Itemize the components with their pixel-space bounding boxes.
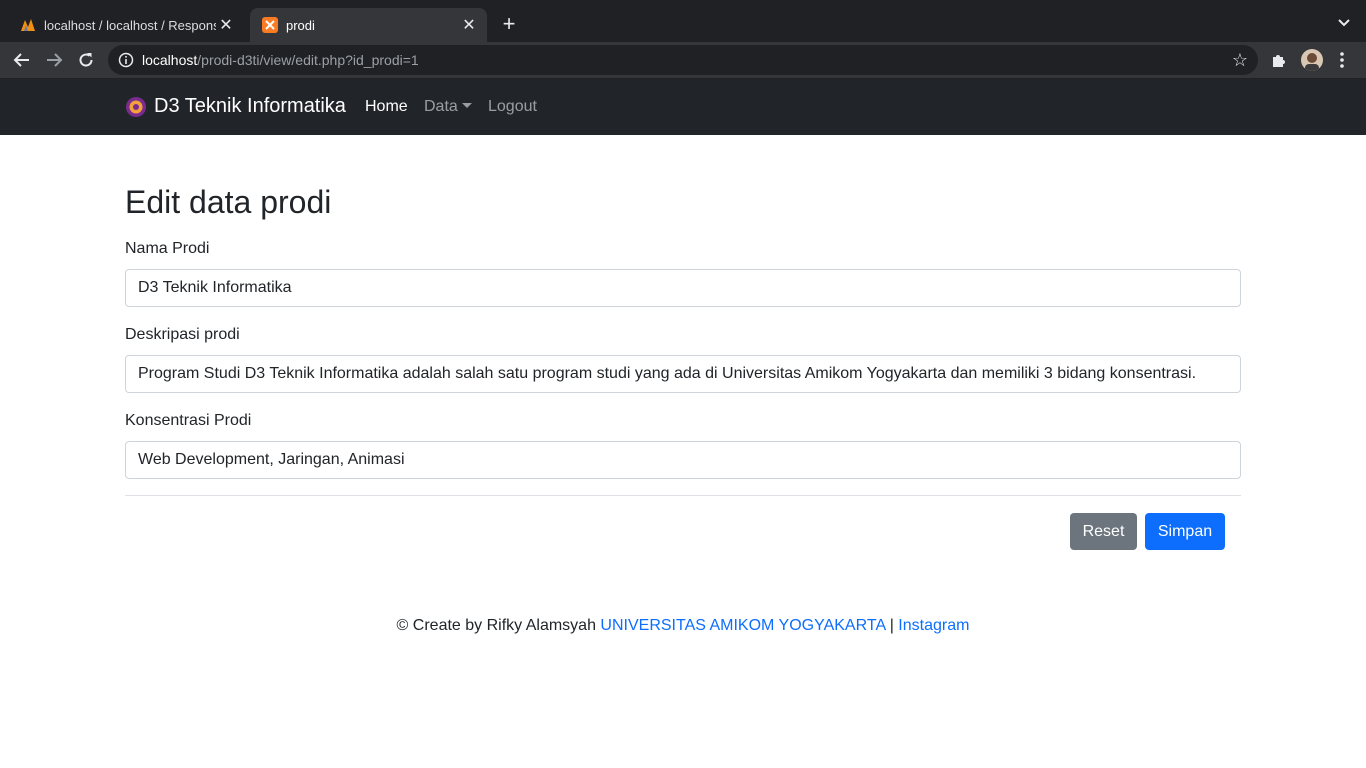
url-text: localhost/prodi-d3ti/view/edit.php?id_pr… [142, 52, 419, 68]
form-divider [125, 495, 1241, 496]
reset-button[interactable]: Reset [1070, 513, 1137, 550]
footer-separator: | [889, 617, 894, 634]
konsentrasi-prodi-input[interactable]: Web Development, Jaringan, Animasi [125, 441, 1241, 479]
app-navbar: D3 Teknik Informatika Home Data Logout [0, 79, 1366, 135]
tab-phpmyadmin[interactable]: localhost / localhost / Respons ✕ [8, 8, 244, 42]
new-tab-icon[interactable]: + [498, 12, 520, 38]
tab-title: prodi [286, 17, 315, 33]
browser-menu-icon[interactable] [1338, 50, 1346, 70]
konsentrasi-prodi-label: Konsentrasi Prodi [125, 412, 252, 429]
close-tab-icon[interactable]: ✕ [459, 15, 479, 35]
browser-toolbar: localhost/prodi-d3ti/view/edit.php?id_pr… [0, 42, 1366, 79]
deskripsi-prodi-label: Deskripasi prodi [125, 326, 240, 343]
tab-title: localhost / localhost / Respons [44, 17, 216, 33]
browser-tab-strip: localhost / localhost / Respons ✕ prodi … [0, 0, 1366, 42]
nav-logout[interactable]: Logout [488, 98, 537, 116]
page-title: Edit data prodi [125, 184, 332, 220]
brand-text: D3 Teknik Informatika [154, 95, 346, 117]
nama-prodi-label: Nama Prodi [125, 240, 210, 257]
footer-credit: © Create by Rifky Alamsyah [396, 617, 596, 634]
nav-home[interactable]: Home [365, 98, 408, 116]
nav-data-dropdown[interactable]: Data [424, 98, 472, 116]
profile-avatar[interactable] [1301, 49, 1323, 71]
amikom-logo-icon [125, 96, 147, 118]
url-path: /prodi-d3ti/view/edit.php?id_prodi=1 [197, 52, 419, 68]
xampp-icon [262, 17, 278, 33]
university-link[interactable]: UNIVERSITAS AMIKOM YOGYAKARTA [600, 617, 885, 634]
tab-search-chevron-icon[interactable] [1336, 16, 1352, 28]
deskripsi-prodi-input[interactable]: Program Studi D3 Teknik Informatika adal… [125, 355, 1241, 393]
instagram-link[interactable]: Instagram [898, 617, 969, 634]
forward-arrow-icon[interactable] [43, 49, 65, 71]
nama-prodi-input[interactable]: D3 Teknik Informatika [125, 269, 1241, 307]
phpmyadmin-icon [20, 17, 36, 33]
save-button[interactable]: Simpan [1145, 513, 1225, 550]
navbar-brand[interactable]: D3 Teknik Informatika [125, 95, 346, 118]
bookmark-star-icon[interactable]: ☆ [1232, 50, 1248, 71]
tab-prodi[interactable]: prodi ✕ [250, 8, 487, 42]
reload-icon[interactable] [75, 49, 97, 71]
page-footer: © Create by Rifky Alamsyah UNIVERSITAS A… [0, 617, 1366, 635]
url-host: localhost [142, 52, 198, 68]
site-info-icon[interactable] [118, 52, 134, 68]
nav-data-label: Data [424, 98, 458, 115]
extensions-puzzle-icon[interactable] [1270, 51, 1288, 69]
address-bar[interactable]: localhost/prodi-d3ti/view/edit.php?id_pr… [108, 45, 1258, 75]
back-arrow-icon[interactable] [11, 49, 33, 71]
caret-down-icon [461, 103, 472, 108]
close-tab-icon[interactable]: ✕ [216, 15, 236, 35]
